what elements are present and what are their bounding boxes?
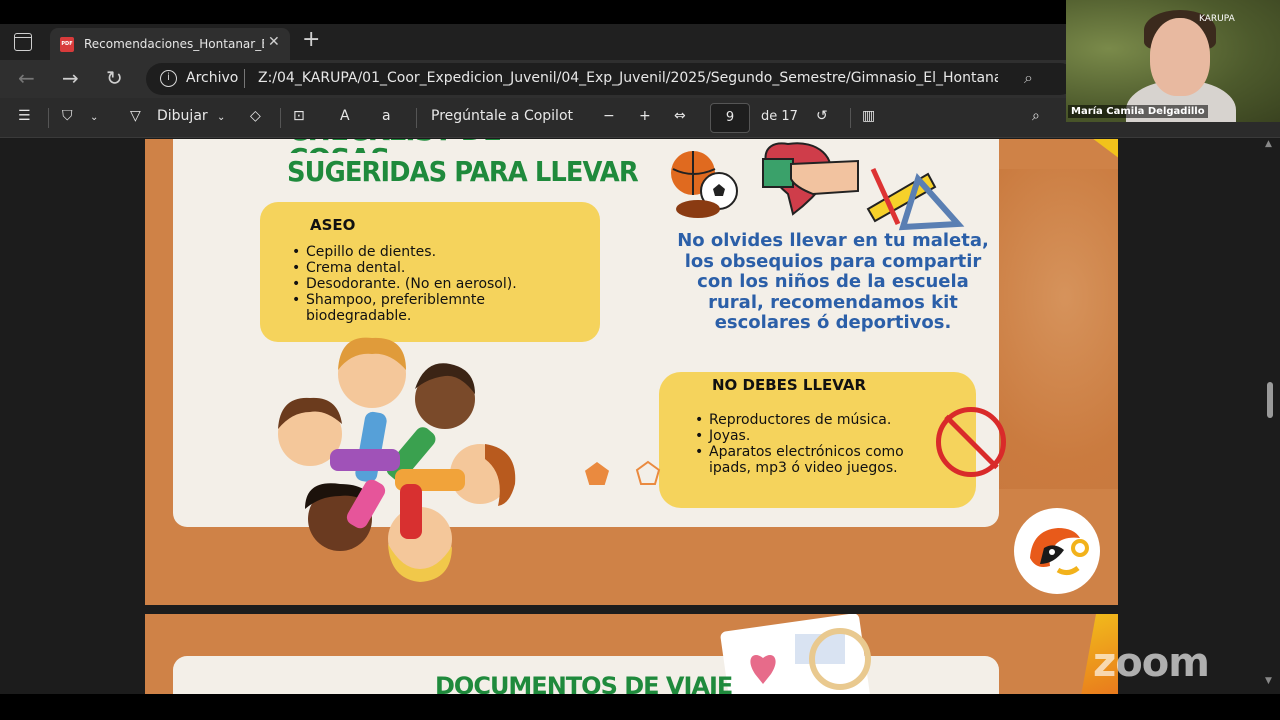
page-total-label: de 17 <box>761 109 798 124</box>
participant-name: María Camila Delgadillo <box>1068 105 1208 118</box>
pdf-page-9: CHECKLIST DE COSAS SUGERIDAS PARA LLEVAR… <box>145 139 1118 605</box>
address-separator <box>244 69 245 88</box>
info-icon[interactable]: i <box>160 70 177 87</box>
yellow-corner-accent <box>1080 139 1118 159</box>
checklist-subheading: SUGERIDAS PARA LLEVAR <box>287 155 639 188</box>
search-icon[interactable]: ⌕ <box>1032 108 1040 124</box>
aseo-item: Shampoo, preferiblemnte biodegradable. <box>292 292 572 324</box>
screen: PDF Recomendaciones_Hontanar_Boy ✕ + ← →… <box>0 0 1280 720</box>
toucan-logo-icon <box>1030 528 1089 576</box>
children-circle-illustration <box>278 337 516 582</box>
participant-video[interactable]: KARUPA María Camila Delgadillo <box>1066 0 1280 122</box>
aseo-list: Cepillo de dientes. Crema dental. Desodo… <box>292 244 572 324</box>
orange-pentagon-icon <box>585 462 609 485</box>
handshake-icon <box>790 159 859 196</box>
highlight-icon[interactable]: ⛉ <box>62 108 73 124</box>
aseo-card: ASEO Cepillo de dientes. Crema dental. D… <box>260 202 600 342</box>
pdf-viewer[interactable]: CHECKLIST DE COSAS SUGERIDAS PARA LLEVAR… <box>0 139 1260 694</box>
read-aloud-icon[interactable]: A <box>340 108 350 124</box>
contents-list-icon[interactable]: ☰ <box>18 108 31 124</box>
prohibited-icon <box>936 407 1006 477</box>
pdf-page-10: DOCUMENTOS DE VIAJE <box>145 614 1118 694</box>
translate-icon[interactable]: a <box>382 108 391 124</box>
tab-actions-icon[interactable] <box>14 33 32 51</box>
toucan-ring <box>1071 539 1089 557</box>
back-arrow-icon[interactable]: ← <box>18 66 35 90</box>
scroll-down-icon[interactable]: ▼ <box>1265 676 1272 686</box>
address-scheme-label: Archivo <box>186 70 239 86</box>
no-llevar-item: Joyas. <box>695 428 935 444</box>
zoom-out-icon[interactable]: − <box>603 108 615 124</box>
browser-tab[interactable]: PDF Recomendaciones_Hontanar_Boy ✕ <box>50 28 290 60</box>
toucan-eye <box>1049 549 1055 555</box>
draw-label[interactable]: Dibujar <box>157 108 208 124</box>
gift-note: No olvides llevar en tu maleta, los obse… <box>677 230 989 333</box>
aseo-item: Crema dental. <box>292 260 572 276</box>
toolbar-divider <box>48 108 49 128</box>
no-llevar-item: Aparatos electrónicos como ipads, mp3 ó … <box>695 444 935 476</box>
eraser-icon[interactable]: ◇ <box>250 108 261 124</box>
football-icon <box>676 200 720 218</box>
no-llevar-list: Reproductores de música. Joyas. Aparatos… <box>695 412 935 476</box>
tab-title: Recomendaciones_Hontanar_Boy <box>84 37 264 51</box>
aseo-item: Cepillo de dientes. <box>292 244 572 260</box>
chevron-down-icon[interactable]: ⌄ <box>90 112 98 123</box>
page-number-input[interactable]: 9 <box>710 103 750 133</box>
rotate-icon[interactable]: ↺ <box>816 108 828 124</box>
checklist-heading: CHECKLIST DE COSAS <box>288 139 588 153</box>
vertical-scrollbar[interactable]: ▲ ▼ <box>1260 139 1280 694</box>
toolbar-divider <box>850 108 851 128</box>
forward-arrow-icon[interactable]: → <box>62 66 79 90</box>
toolbar-divider <box>280 108 281 128</box>
documentos-heading: DOCUMENTOS DE VIAJE <box>435 672 733 694</box>
close-tab-icon[interactable]: ✕ <box>268 34 280 50</box>
toucan-tail <box>1056 565 1080 576</box>
child-arm <box>400 484 422 539</box>
child-arm <box>330 449 400 471</box>
pdf-icon: PDF <box>60 37 74 52</box>
bottom-black-band <box>0 694 1280 720</box>
video-brand-label: KARUPA <box>1199 14 1235 24</box>
toolbar-divider <box>416 108 417 128</box>
new-tab-button[interactable]: + <box>302 27 320 52</box>
karupa-logo <box>1014 508 1100 594</box>
no-llevar-card: NO DEBES LLEVAR Reproductores de música.… <box>659 372 976 508</box>
no-llevar-item: Reproductores de música. <box>695 412 935 428</box>
passport-heart-illustration <box>720 614 871 694</box>
sleeve-icon <box>762 158 794 188</box>
zoom-magnifier-icon[interactable]: ⌕ <box>1024 68 1033 88</box>
participant-face <box>1150 18 1210 96</box>
scrollbar-thumb[interactable] <box>1267 382 1273 418</box>
text-box-icon[interactable]: ⊡ <box>293 108 305 124</box>
sports-gift-illustration <box>671 142 965 231</box>
aseo-title: ASEO <box>310 216 356 234</box>
zoom-watermark: zoom <box>1093 640 1210 686</box>
address-url[interactable]: Z:/04_KARUPA/01_Coor_Expedicion_Juvenil/… <box>258 70 998 86</box>
refresh-icon[interactable]: ↻ <box>106 66 123 90</box>
fit-page-icon[interactable]: ⇔ <box>674 108 686 124</box>
zoom-in-icon[interactable]: + <box>639 108 651 124</box>
no-llevar-title: NO DEBES LLEVAR <box>712 376 867 394</box>
chevron-down-icon[interactable]: ⌄ <box>217 112 225 123</box>
copilot-button[interactable]: Pregúntale a Copilot <box>431 108 573 124</box>
child-arm <box>355 411 387 483</box>
draw-icon[interactable]: ▽ <box>130 108 141 124</box>
scroll-up-icon[interactable]: ▲ <box>1265 139 1272 149</box>
aseo-item: Desodorante. (No en aerosol). <box>292 276 572 292</box>
outline-pentagon-icon <box>635 460 661 485</box>
page-view-icon[interactable]: ▥ <box>862 108 875 124</box>
address-bar[interactable]: i Archivo Z:/04_KARUPA/01_Coor_Expedicio… <box>146 63 1076 95</box>
checklist-heading-text: CHECKLIST DE COSAS <box>288 139 588 153</box>
